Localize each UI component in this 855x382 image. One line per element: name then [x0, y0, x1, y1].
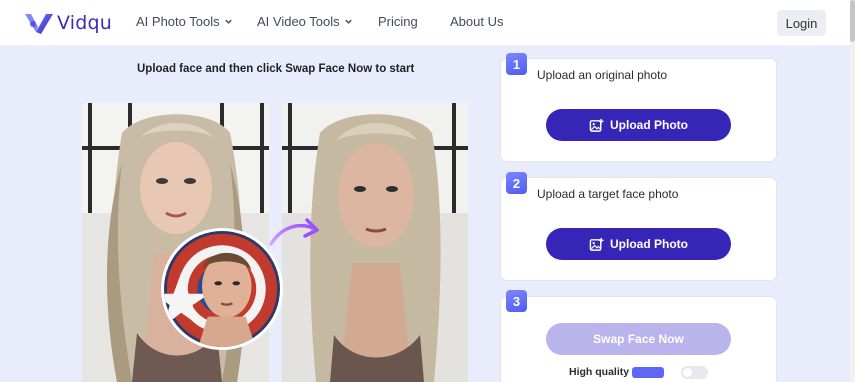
logo-icon [25, 14, 53, 34]
upload-button-label: Upload Photo [610, 118, 688, 132]
nav-label: About Us [450, 14, 504, 29]
toggle-knob [683, 368, 692, 377]
nav-label: AI Video Tools [257, 14, 340, 29]
brand-name: Vidqu [57, 12, 113, 34]
top-navbar: Vidqu AI Photo Tools AI Video Tools Pric… [0, 0, 855, 46]
scrollbar-thumb[interactable] [850, 0, 855, 42]
login-button[interactable]: Login [777, 10, 826, 36]
swap-face-now-button[interactable]: Swap Face Now [546, 323, 731, 355]
chevron-down-icon [224, 19, 232, 24]
high-quality-label: High quality [569, 366, 630, 378]
curved-arrow-icon [269, 218, 319, 246]
upload-target-face-button[interactable]: Upload Photo [546, 228, 731, 260]
image-upload-icon [589, 118, 604, 132]
step-number-badge: 2 [506, 172, 527, 194]
nav-label: AI Photo Tools [136, 14, 220, 29]
brand-logo[interactable]: Vidqu [24, 11, 112, 35]
nav-about-us[interactable]: About Us [450, 14, 503, 29]
demo-instruction: Upload face and then click Swap Face Now… [137, 63, 415, 75]
scrollbar-track[interactable] [850, 0, 855, 382]
nav-ai-photo-tools[interactable]: AI Photo Tools [136, 14, 233, 29]
upload-original-photo-button[interactable]: Upload Photo [546, 109, 731, 141]
upload-button-label: Upload Photo [610, 237, 688, 251]
step-title: Upload a target face photo [537, 187, 679, 201]
step-number-badge: 1 [506, 53, 527, 75]
face-thumbnail [161, 228, 283, 350]
image-upload-icon [589, 237, 604, 251]
step-number-badge: 3 [506, 290, 527, 312]
step-title: Upload an original photo [537, 68, 668, 82]
nav-pricing[interactable]: Pricing [378, 14, 418, 29]
high-quality-pro-tag [632, 367, 664, 378]
nav-label: Pricing [378, 14, 418, 29]
chevron-down-icon [344, 19, 352, 24]
high-quality-toggle[interactable] [681, 366, 708, 379]
nav-ai-video-tools[interactable]: AI Video Tools [257, 14, 353, 29]
